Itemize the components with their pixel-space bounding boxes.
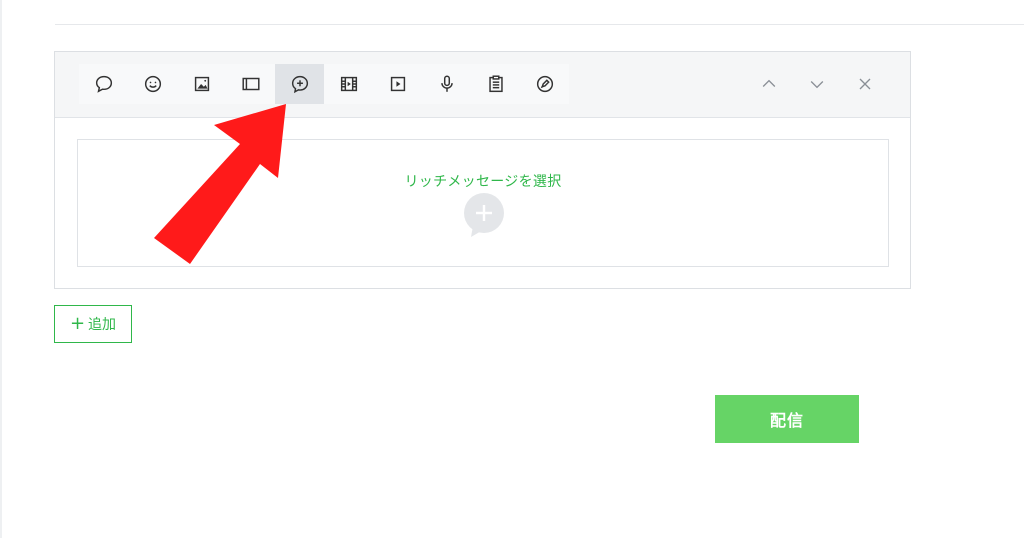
rich-message-select-area[interactable]: リッチメッセージを選択 bbox=[77, 139, 889, 267]
rich-message-icon bbox=[291, 75, 308, 94]
send-button[interactable]: 配信 bbox=[715, 395, 859, 443]
video-play-icon bbox=[390, 76, 405, 92]
card-icon bbox=[241, 77, 260, 91]
smiley-icon bbox=[144, 75, 161, 93]
delete-button[interactable] bbox=[841, 64, 889, 104]
close-icon bbox=[859, 78, 871, 90]
photo-button[interactable] bbox=[177, 64, 226, 104]
image-icon bbox=[194, 76, 209, 92]
video-button[interactable] bbox=[373, 64, 422, 104]
plus-icon: + bbox=[69, 313, 86, 334]
page-left-border bbox=[0, 0, 2, 538]
coupon-pen-icon bbox=[536, 75, 553, 93]
divider bbox=[55, 24, 1024, 25]
chevron-up-icon bbox=[762, 79, 776, 87]
rich-message-button[interactable] bbox=[275, 64, 324, 104]
add-message-button[interactable]: + 追加 bbox=[54, 305, 132, 343]
clipboard-icon bbox=[488, 75, 503, 93]
survey-button[interactable] bbox=[471, 64, 520, 104]
card-message-button[interactable] bbox=[226, 64, 275, 104]
message-editor-panel: リッチメッセージを選択 bbox=[54, 51, 911, 289]
microphone-icon bbox=[440, 75, 453, 92]
rich-video-button[interactable] bbox=[324, 64, 373, 104]
panel-controls bbox=[745, 64, 889, 104]
add-button-label: 追加 bbox=[88, 317, 117, 333]
chevron-down-icon bbox=[810, 81, 824, 89]
speech-bubble-icon bbox=[95, 75, 112, 93]
message-type-icons bbox=[79, 64, 569, 104]
voice-message-button[interactable] bbox=[422, 64, 471, 104]
sticker-button[interactable] bbox=[128, 64, 177, 104]
video-film-icon bbox=[340, 76, 357, 92]
message-type-toolbar bbox=[55, 52, 910, 118]
text-message-button[interactable] bbox=[79, 64, 128, 104]
move-down-button[interactable] bbox=[793, 64, 841, 104]
add-bubble-icon bbox=[464, 193, 504, 237]
select-rich-message-label: リッチメッセージを選択 bbox=[404, 174, 562, 190]
coupon-button[interactable] bbox=[520, 64, 569, 104]
move-up-button[interactable] bbox=[745, 64, 793, 104]
